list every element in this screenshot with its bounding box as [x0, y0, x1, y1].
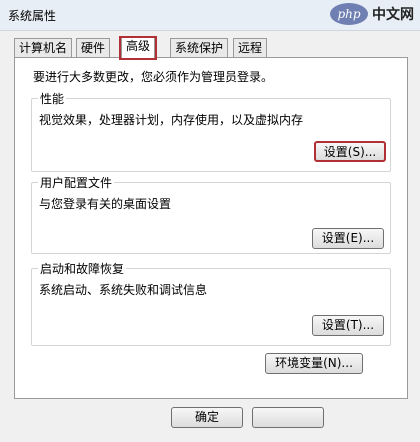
environment-variables-button[interactable]: 环境变量(N)...: [265, 353, 363, 374]
startup-recovery-title: 启动和故障恢复: [38, 260, 127, 277]
startup-recovery-description: 系统启动、系统失败和调试信息: [39, 283, 208, 297]
startup-recovery-settings-button[interactable]: 设置(T)...: [312, 315, 384, 336]
admin-notice: 要进行大多数更改，您必须作为管理员登录。: [33, 70, 274, 84]
cancel-button-partial[interactable]: [252, 407, 324, 428]
tab-computer-name[interactable]: 计算机名: [14, 38, 73, 58]
user-profiles-group: 用户配置文件 与您登录有关的桌面设置 设置(E)...: [31, 174, 391, 254]
tab-remote[interactable]: 远程: [233, 38, 268, 58]
tab-advanced[interactable]: 高级: [119, 36, 158, 60]
php-logo: php: [330, 3, 368, 25]
window-title: 系统属性: [8, 9, 57, 23]
highlight-box: [119, 36, 158, 60]
title-bar: 系统属性 php 中文网: [0, 0, 420, 31]
tab-system-protection[interactable]: 系统保护: [170, 38, 229, 58]
user-profiles-title: 用户配置文件: [38, 174, 115, 191]
performance-settings-button[interactable]: 设置(S)...: [314, 141, 386, 162]
ok-button[interactable]: 确定: [171, 407, 243, 428]
performance-title: 性能: [38, 90, 67, 107]
site-watermark: php 中文网: [330, 2, 414, 26]
tab-hardware[interactable]: 硬件: [76, 38, 111, 58]
watermark-text: 中文网: [372, 7, 414, 23]
user-profiles-settings-button[interactable]: 设置(E)...: [312, 228, 384, 249]
performance-description: 视觉效果，处理器计划，内存使用，以及虚拟内存: [39, 113, 304, 127]
advanced-panel: 要进行大多数更改，您必须作为管理员登录。 性能 视觉效果，处理器计划，内存使用，…: [14, 57, 408, 399]
user-profiles-description: 与您登录有关的桌面设置: [39, 197, 172, 211]
performance-group: 性能 视觉效果，处理器计划，内存使用，以及虚拟内存 设置(S)...: [31, 90, 391, 172]
startup-recovery-group: 启动和故障恢复 系统启动、系统失败和调试信息 设置(T)...: [31, 260, 391, 346]
